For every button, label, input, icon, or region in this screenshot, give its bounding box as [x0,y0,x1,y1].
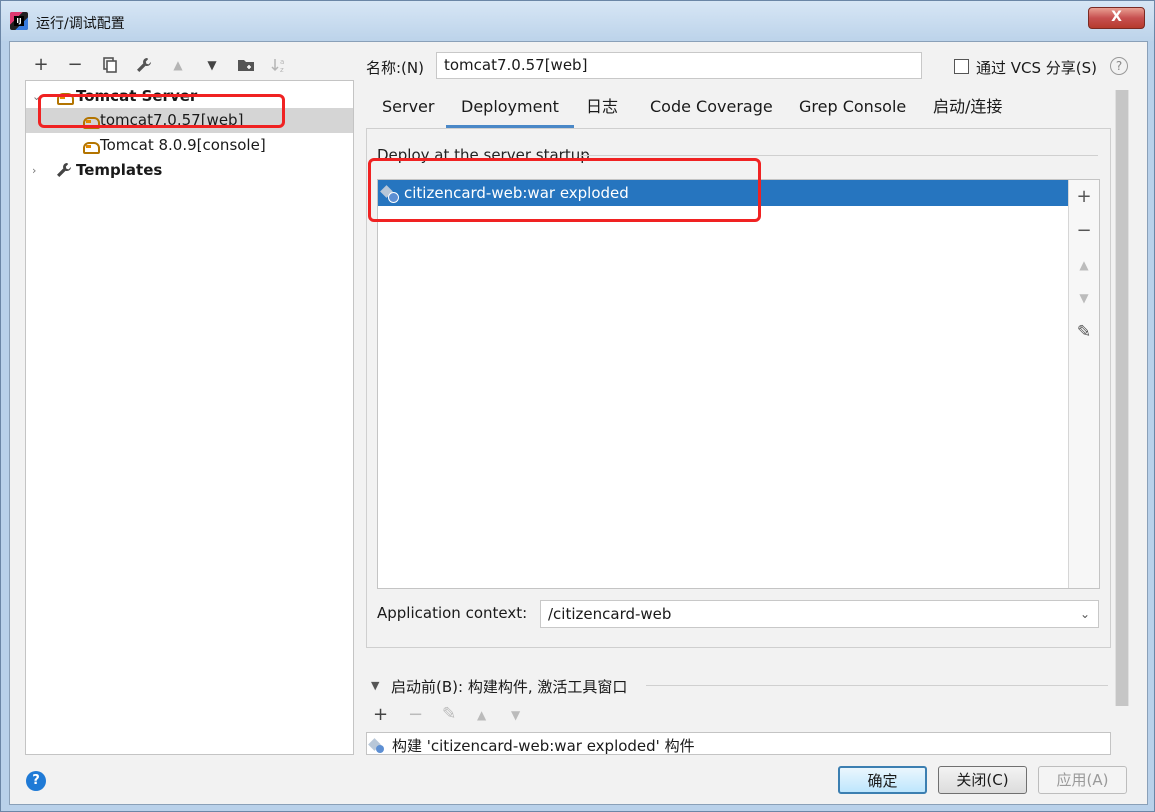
window-close-button[interactable]: X [1088,7,1145,29]
intellij-app-icon: IJ [10,12,28,30]
move-up-icon[interactable]: ▲ [168,54,188,76]
wrench-icon[interactable] [134,54,154,76]
vcs-share-label[interactable]: 通过 VCS 分享(S) [976,57,1097,78]
edit-artifact-button[interactable]: ✎ [1073,321,1095,343]
tab-startup-connection[interactable]: 启动/连接 [933,90,1002,128]
tomcat-icon [56,91,74,105]
sort-icon[interactable]: az [270,54,290,76]
name-label: 名称:(N) [366,59,424,77]
tree-item-label: tomcat7.0.57[web] [100,111,244,129]
move-up-icon[interactable]: ▲ [1073,254,1095,276]
name-input[interactable]: tomcat7.0.57[web] [436,52,922,79]
artifact-icon [368,737,386,755]
tab-code-coverage[interactable]: Code Coverage [650,90,773,128]
artifact-list[interactable] [377,179,1100,589]
add-icon[interactable]: + [373,704,388,725]
tree-item-tomcat7-web[interactable]: tomcat7.0.57[web] [26,108,353,133]
tab-server[interactable]: Server [382,90,434,128]
remove-artifact-button[interactable]: − [1073,220,1095,242]
help-button[interactable]: ? [26,771,46,791]
svg-text:z: z [280,66,284,73]
app-context-combobox[interactable]: /citizencard-web ⌄ [540,600,1099,628]
move-down-icon[interactable]: ▼ [1073,287,1095,309]
tab-deployment[interactable]: Deployment [446,90,574,128]
wrench-icon [56,161,72,186]
add-icon[interactable]: + [31,54,51,76]
tree-group-label: Tomcat Server [76,87,198,105]
section-divider [646,685,1108,686]
app-context-value: /citizencard-web [548,605,672,623]
add-artifact-button[interactable]: + [1073,186,1095,208]
vcs-share-checkbox[interactable] [954,59,969,74]
scrollbar-thumb[interactable] [1116,90,1128,706]
tab-log[interactable]: 日志 [586,90,618,128]
window-title: 运行/调试配置 [36,16,125,32]
scrollbar[interactable] [1115,90,1129,706]
remove-icon[interactable]: − [65,54,85,76]
tree-item-label: Tomcat 8.0.9[console] [100,136,266,154]
remove-icon[interactable]: − [408,704,423,725]
tomcat-icon [82,115,100,129]
app-context-label: Application context: [377,604,528,622]
deploy-section-title: Deploy at the server startup [377,146,590,164]
collapse-arrow-icon[interactable]: ⌄ [32,84,41,109]
copy-icon[interactable] [100,54,120,76]
before-launch-label[interactable]: 启动前(B): 构建构件, 激活工具窗口 [391,676,627,697]
help-icon[interactable]: ? [1110,57,1128,75]
apply-button[interactable]: 应用(A) [1038,766,1127,794]
artifact-icon [380,184,399,203]
svg-text:a: a [280,58,284,66]
section-divider [580,155,1098,156]
expand-arrow-icon[interactable]: › [32,158,36,183]
chevron-down-icon[interactable]: ⌄ [1080,601,1090,627]
config-tree: ⌄ Tomcat Server tomcat7.0.57[web] Tomcat… [25,80,354,755]
tree-group-tomcat-server[interactable]: ⌄ Tomcat Server [26,84,353,109]
tab-grep-console[interactable]: Grep Console [799,90,906,128]
folder-icon[interactable] [236,54,256,76]
artifact-list-item[interactable]: citizencard-web:war exploded [378,180,1068,206]
tree-item-tomcat8-console[interactable]: Tomcat 8.0.9[console] [26,133,353,158]
move-down-icon[interactable]: ▼ [511,708,520,722]
config-toolbar: + − ▲ ▼ az [24,54,324,80]
tree-templates-label: Templates [76,161,163,179]
move-down-icon[interactable]: ▼ [202,54,222,76]
tomcat-icon [82,140,100,154]
edit-icon[interactable]: ✎ [442,704,456,724]
collapse-triangle-icon[interactable]: ▼ [371,679,379,692]
close-button[interactable]: 关闭(C) [938,766,1027,794]
tree-item-templates[interactable]: › Templates [26,158,353,183]
before-launch-item[interactable]: 构建 'citizencard-web:war exploded' 构件 [392,735,695,756]
move-up-icon[interactable]: ▲ [477,708,486,722]
ok-button[interactable]: 确定 [838,766,927,794]
title-bar[interactable]: IJ 运行/调试配置 X [1,1,1154,41]
